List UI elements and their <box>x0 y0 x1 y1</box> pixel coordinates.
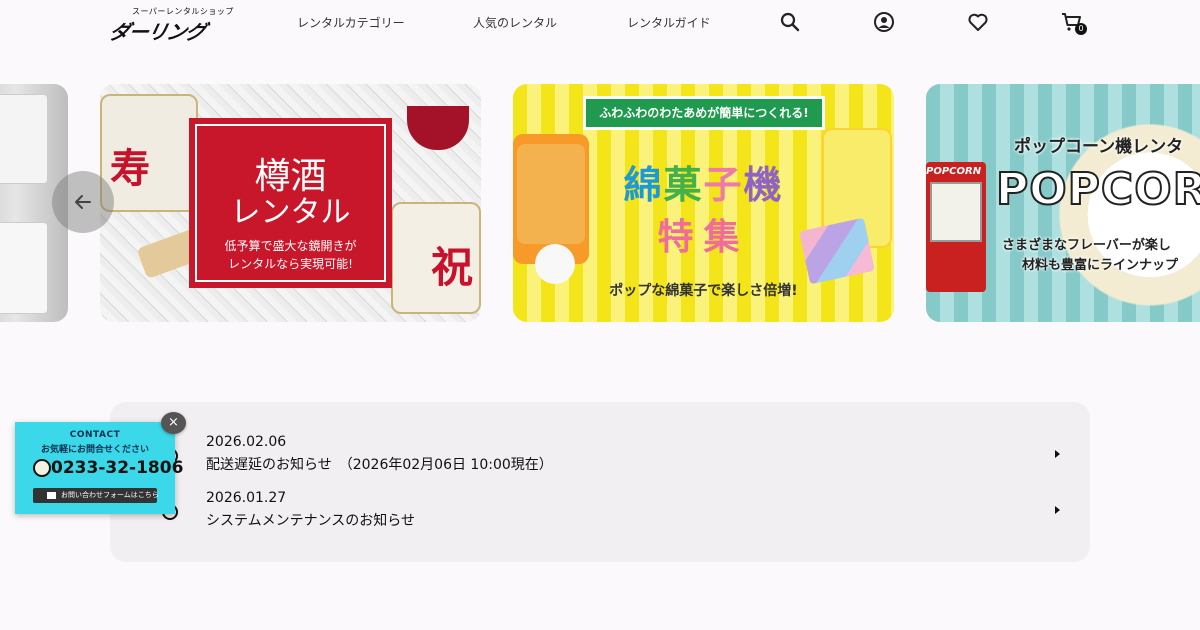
arrow-left-icon <box>75 195 91 209</box>
news-date: 2026.01.27 <box>206 490 287 506</box>
contact-subheading: お気軽にお問合せください <box>40 445 149 455</box>
slide-big-title: POPCORN <box>995 163 1200 216</box>
chevron-right-icon <box>1055 506 1060 514</box>
contact-popup[interactable]: CONTACT お気軽にお問合せください 0233-32-1806 お問い合わせ… <box>15 422 183 514</box>
nav-rental-guide[interactable]: レンタルガイド <box>627 14 711 31</box>
kotobuki-kanji: 寿 <box>110 146 150 192</box>
carousel-prev-button[interactable] <box>52 171 114 233</box>
site-header: スーパーレンタルショップ ダーリング レンタルカテゴリー 人気のレンタル レンタ… <box>0 0 1200 44</box>
popcorn-machine: POPCORN <box>926 162 986 292</box>
news-title: システムメンテナンスのお知らせ <box>206 513 416 529</box>
cart-icon[interactable]: 0 <box>1061 11 1087 35</box>
slide-popcorn[interactable]: POPCORN ポップコーン機レンタ POPCORN さまざまなフレーバーが楽し… <box>926 84 1200 322</box>
contact-phone-number[interactable]: 0233-32-1806 <box>51 458 183 478</box>
sake-barrel-right: 祝 <box>391 202 481 314</box>
mail-icon <box>47 492 56 499</box>
humidifier-image <box>0 222 48 314</box>
sake-barrel-left: 寿 <box>100 94 198 212</box>
news-list: 2026.02.06 配送遅延のお知らせ （2026年02月06日 10:00現… <box>110 402 1090 562</box>
favorites-heart-icon[interactable] <box>967 11 989 33</box>
search-icon[interactable] <box>779 11 801 33</box>
news-date: 2026.02.06 <box>206 434 287 450</box>
slide-text-line-2: 材料も豊富にラインナップ <box>1022 258 1179 273</box>
news-item[interactable]: 2026.02.06 配送遅延のお知らせ （2026年02月06日 10:00現… <box>160 434 1060 478</box>
slide-taru-sake[interactable]: 寿 祝 樽酒 レンタル 低予算で盛大な鏡開きが レンタルなら実現可能! <box>100 84 481 322</box>
slide-headline: ポップコーン機レンタ <box>1014 137 1184 157</box>
news-title: 配送遅延のお知らせ （2026年02月06日 10:00現在） <box>206 457 553 473</box>
account-icon[interactable] <box>873 11 895 33</box>
slide-text-line-2: レンタルなら実現可能! <box>228 257 353 271</box>
slide-cotton-candy[interactable]: ふわふわのわたあめが簡単につくれる! 綿菓子機 特集 ポップな綿菓子で楽しさ倍増… <box>513 84 894 322</box>
popcorn-machine-label: POPCORN <box>926 166 982 177</box>
slide-text-line-1: さまざまなフレーバーが楽し <box>1002 238 1171 253</box>
contact-heading: CONTACT <box>69 430 121 440</box>
iwai-kanji: 祝 <box>431 243 474 292</box>
slide-footer-text: ポップな綿菓子で楽しさ倍増! <box>609 283 798 299</box>
cart-count-badge: 0 <box>1075 23 1087 35</box>
logo[interactable]: スーパーレンタルショップ ダーリング <box>107 4 233 44</box>
slide-subtitle: 特集 <box>657 217 750 258</box>
phone-icon <box>33 459 51 477</box>
news-item[interactable]: 2026.01.27 システムメンテナンスのお知らせ <box>160 490 1060 534</box>
slide-text-line-1: 低予算で盛大な鏡開きが <box>224 239 357 253</box>
air-purifier-image <box>0 94 48 184</box>
slide-subtitle: レンタル <box>230 195 351 230</box>
chevron-right-icon <box>1055 450 1060 458</box>
taru-sake-panel: 樽酒 レンタル 低予算で盛大な鏡開きが レンタルなら実現可能! <box>189 118 392 288</box>
close-popup-button[interactable]: × <box>161 412 186 434</box>
banner-carousel: 寿 祝 樽酒 レンタル 低予算で盛大な鏡開きが レンタルなら実現可能! ふわふわ… <box>0 84 1200 322</box>
logo-name: ダーリング <box>107 20 208 44</box>
nav-popular-rentals[interactable]: 人気のレンタル <box>473 14 557 31</box>
nav-rental-category[interactable]: レンタルカテゴリー <box>297 14 405 31</box>
slide-banner: ふわふわのわたあめが簡単につくれる! <box>583 96 825 130</box>
contact-form-button[interactable]: お問い合わせフォームはこちら <box>33 488 159 503</box>
slide-title: 綿菓子機 <box>623 163 784 207</box>
contact-form-label: お問い合わせフォームはこちら <box>61 491 159 499</box>
